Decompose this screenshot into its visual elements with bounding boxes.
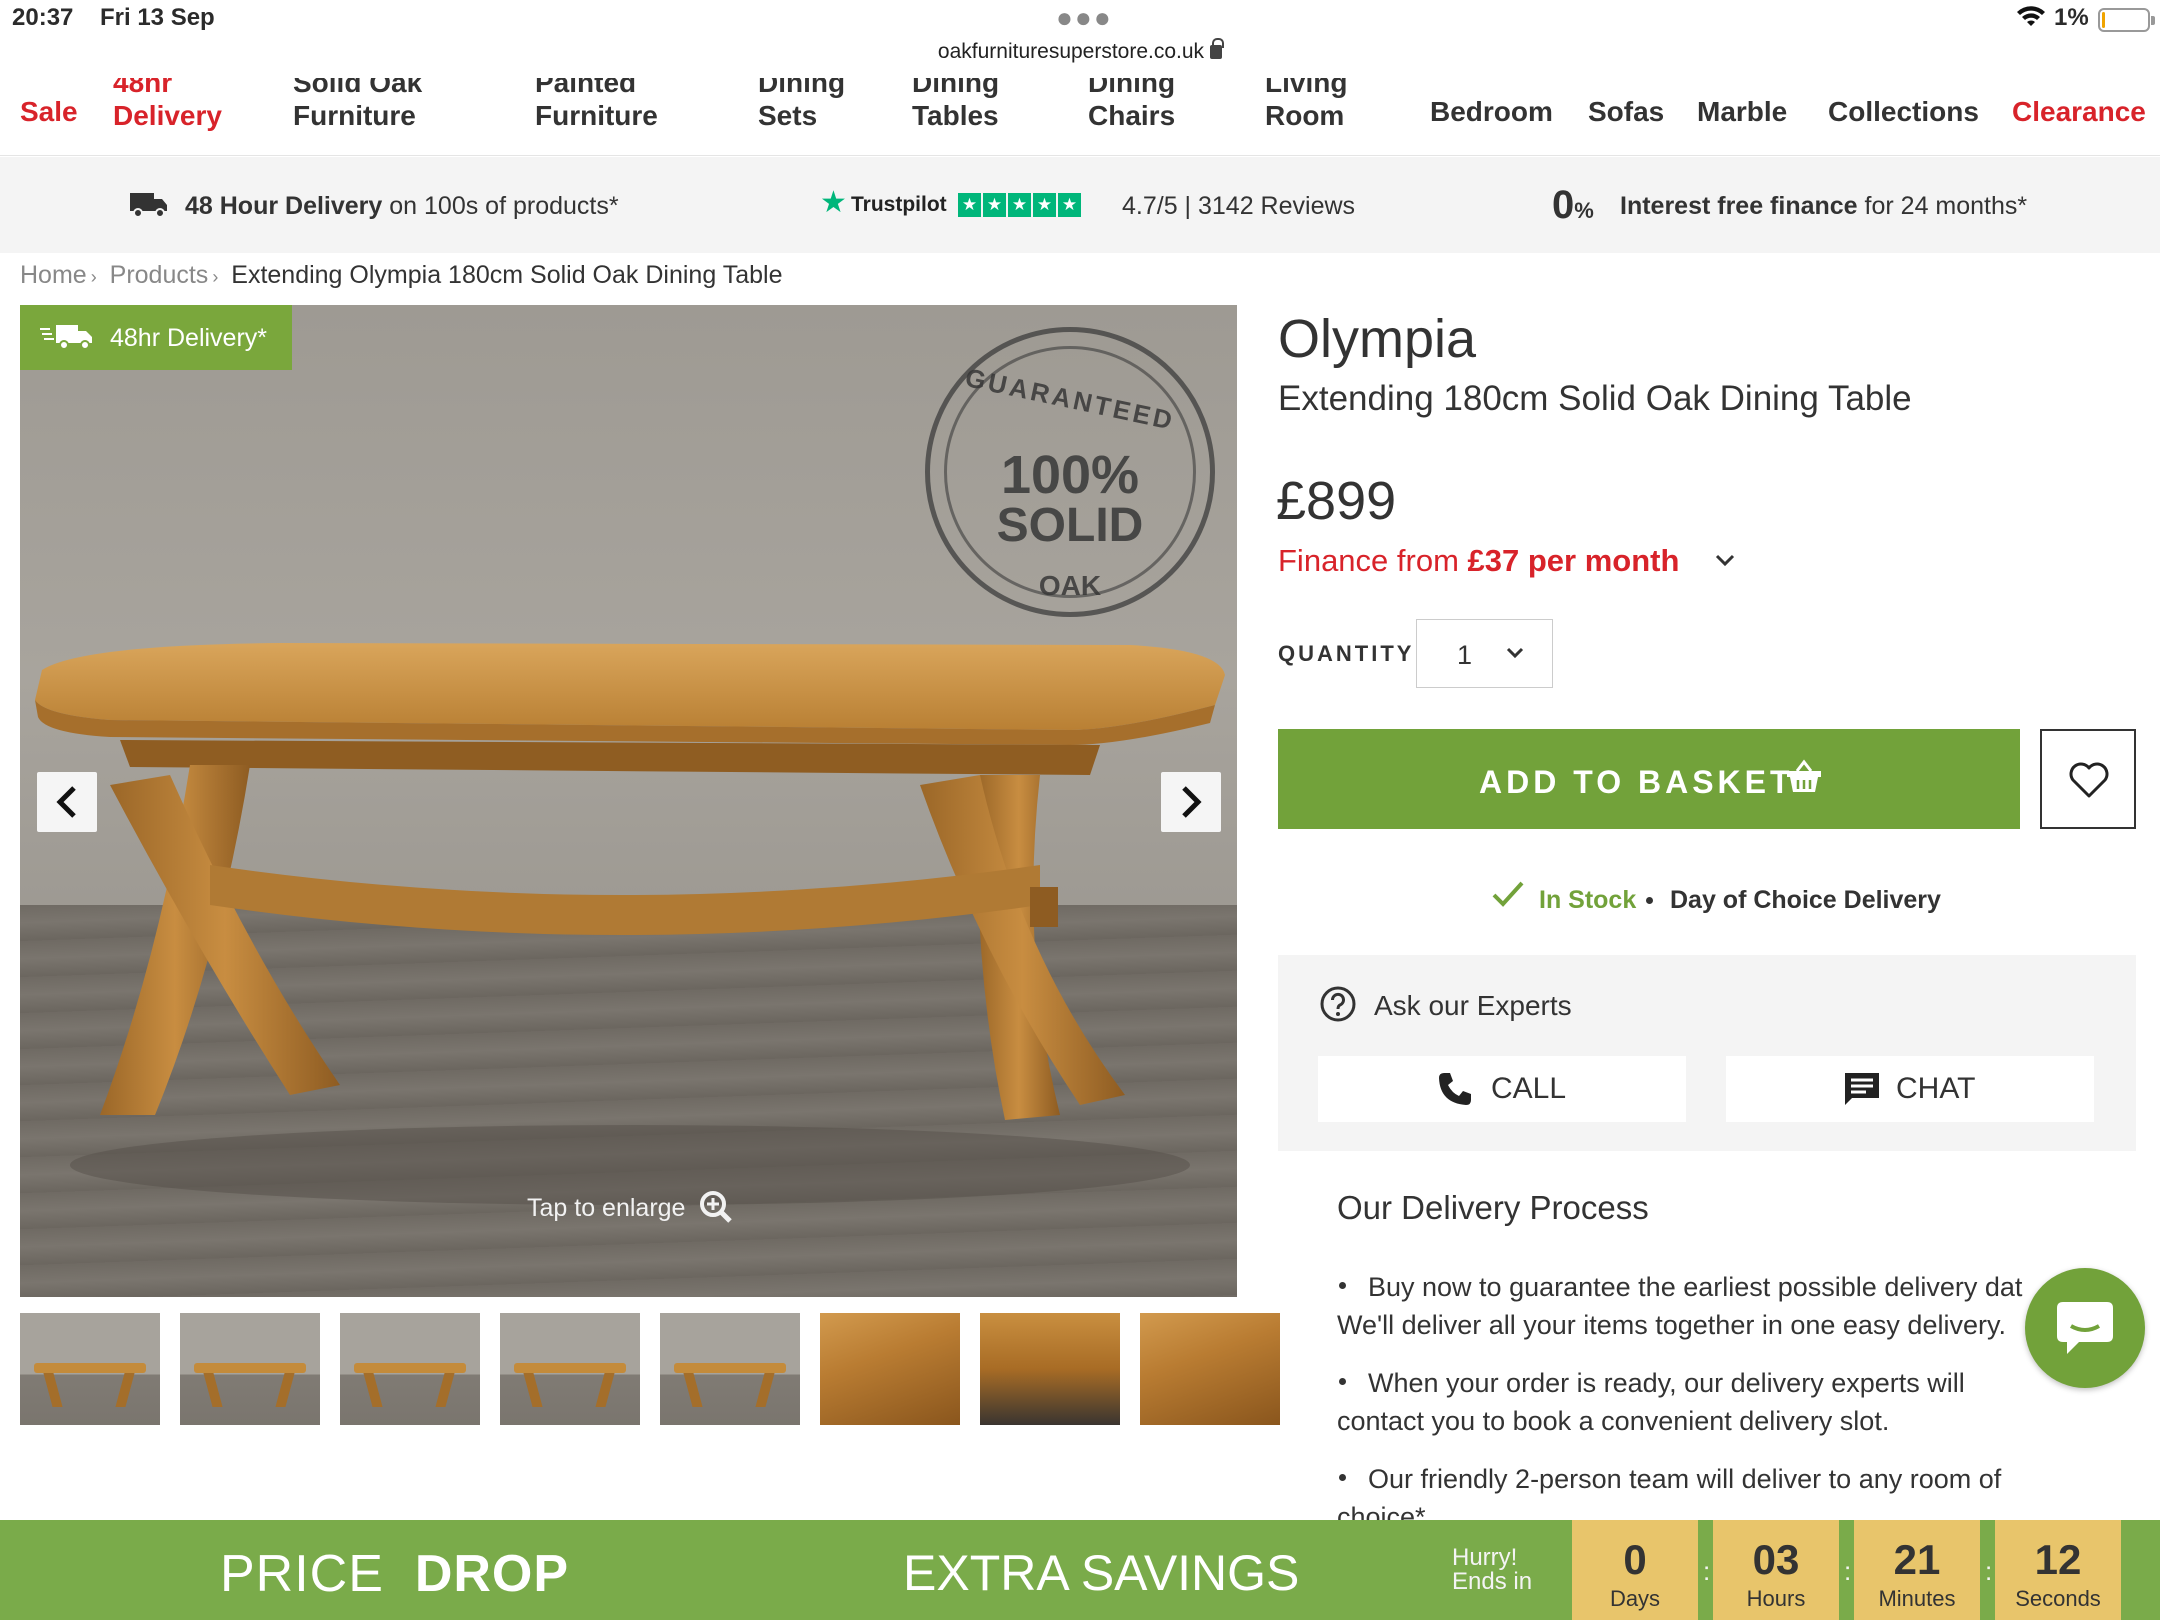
add-to-basket-button[interactable]: ADD TO BASKET xyxy=(1278,729,2020,829)
url-text: oakfurnituresuperstore.co.uk xyxy=(937,40,1205,63)
hurry-label: Hurry! Ends in xyxy=(1452,1544,1533,1595)
usp-48hr-delivery[interactable]: 48 Hour Delivery on 100s of products* xyxy=(185,192,619,221)
date: Fri 13 Sep xyxy=(100,4,215,31)
product-price: £899 xyxy=(1276,471,1397,531)
delivery-bullet-1: Buy now to guarantee the earliest possib… xyxy=(1337,1272,2023,1340)
address-bar[interactable]: oakfurnituresuperstore.co.uk xyxy=(0,38,2160,64)
product-subtitle: Extending 180cm Solid Oak Dining Table xyxy=(1278,379,1912,418)
breadcrumb-products[interactable]: Products xyxy=(110,261,209,289)
countdown-hours: 03 Hours xyxy=(1713,1520,1839,1620)
thumbnail-5[interactable] xyxy=(660,1313,800,1425)
quantity-value: 1 xyxy=(1457,640,1473,670)
truck-icon xyxy=(130,193,167,218)
breadcrumb-home[interactable]: Home xyxy=(20,261,87,289)
battery-percent: 1% xyxy=(2054,4,2089,31)
nav-bedroom[interactable]: Bedroom xyxy=(1430,95,1553,128)
nav-sale[interactable]: Sale xyxy=(20,95,78,128)
quantity-select[interactable]: 1 xyxy=(1416,619,1553,688)
thumbnail-4[interactable] xyxy=(500,1313,640,1425)
extra-savings-text: EXTRA SAVINGS xyxy=(903,1545,1300,1601)
lock-icon xyxy=(1210,38,1225,59)
basket-icon xyxy=(1787,759,1821,792)
ask-experts-panel: Ask our Experts CALL CHAT xyxy=(1278,955,2136,1151)
chevron-down-icon xyxy=(1506,647,1524,659)
chat-bubble-icon xyxy=(2057,1302,2113,1354)
nav-painted-furniture[interactable]: Painted Furniture xyxy=(535,78,658,132)
wishlist-button[interactable] xyxy=(2040,729,2136,829)
chevron-left-icon xyxy=(56,786,76,818)
thumbnail-8[interactable] xyxy=(1140,1313,1280,1425)
review-rating[interactable]: 4.7/5 | 3142 Reviews xyxy=(1122,192,1355,221)
nav-48hr-delivery[interactable]: 48hr Delivery xyxy=(113,78,222,132)
clock: 20:37 xyxy=(12,4,74,31)
nav-collections[interactable]: Collections xyxy=(1828,95,1979,128)
chevron-down-icon[interactable] xyxy=(1714,553,1736,567)
chevron-right-icon xyxy=(1182,786,1202,818)
ask-experts-title: Ask our Experts xyxy=(1374,990,1572,1021)
nav-dining-chairs[interactable]: Dining Chairs xyxy=(1088,78,1175,132)
product-main-image[interactable]: GUARANTEED 100% SOLID OAK 48hr Delivery*… xyxy=(20,305,1237,1297)
trustpilot-logo[interactable]: Trustpilot xyxy=(851,193,947,217)
status-bar: 20:37 Fri 13 Sep ●●● oakfurnituresuperst… xyxy=(0,0,2160,78)
chat-icon xyxy=(1845,1073,1879,1105)
battery-icon xyxy=(2098,8,2155,32)
wifi-icon xyxy=(2017,6,2045,26)
nav-living-room[interactable]: Living Room xyxy=(1265,78,1347,132)
chat-button[interactable]: CHAT xyxy=(1726,1056,2094,1122)
nav-sofas[interactable]: Sofas xyxy=(1588,95,1664,128)
price-drop-text: PRICE DROP xyxy=(220,1545,570,1603)
usp-bar: 48 Hour Delivery on 100s of products* ★ … xyxy=(0,157,2160,253)
live-chat-button[interactable] xyxy=(2025,1268,2145,1388)
finance-info[interactable]: Finance from £37 per month xyxy=(1278,543,1679,579)
countdown-days: 0 Days xyxy=(1572,1520,1698,1620)
quantity-label: QUANTITY xyxy=(1278,641,1415,666)
usp-finance[interactable]: Interest free finance for 24 months* xyxy=(1620,192,2027,221)
heart-icon xyxy=(2069,762,2109,798)
trustpilot-stars: ★ ★ ★ ★ ★ xyxy=(958,193,1081,217)
main-nav: Sale 48hr Delivery Solid Oak Furniture Pai… xyxy=(0,78,2160,156)
prev-image-button[interactable] xyxy=(37,772,97,832)
help-icon xyxy=(1320,986,1356,1022)
nav-marble[interactable]: Marble xyxy=(1697,95,1787,128)
tap-to-enlarge-label[interactable]: Tap to enlarge xyxy=(527,1194,685,1223)
delivery-truck-icon xyxy=(40,325,92,350)
nav-clearance[interactable]: Clearance xyxy=(2012,95,2146,128)
nav-solid-oak-furniture[interactable]: Solid Oak Furniture xyxy=(293,78,422,132)
guaranteed-stamp: GUARANTEED 100% SOLID OAK xyxy=(925,327,1215,617)
nav-dining-tables[interactable]: Dining Tables xyxy=(912,78,999,132)
promo-banner[interactable]: PRICE DROP EXTRA SAVINGS Hurry! Ends in 0… xyxy=(0,1520,2160,1620)
countdown-seconds: 12 Seconds xyxy=(1995,1520,2121,1620)
zero-apr-icon: 0% xyxy=(1552,183,1594,227)
48hr-delivery-badge: 48hr Delivery* xyxy=(20,305,292,370)
check-icon xyxy=(1492,881,1524,907)
delivery-bullet-2: When your order is ready, our delivery e… xyxy=(1337,1368,1965,1436)
breadcrumb: Home › Products › Extending Olympia 180cm … xyxy=(20,261,783,289)
call-button[interactable]: CALL xyxy=(1318,1056,1686,1122)
nav-dining-sets[interactable]: Dining Sets xyxy=(758,78,845,132)
more-dots-icon[interactable]: ●●● xyxy=(1056,2,1113,34)
delivery-process-heading: Our Delivery Process xyxy=(1337,1189,1649,1226)
thumbnail-7[interactable] xyxy=(980,1313,1120,1425)
countdown-minutes: 21 Minutes xyxy=(1854,1520,1980,1620)
breadcrumb-current: Extending Olympia 180cm Solid Oak Dining… xyxy=(231,261,783,289)
thumbnail-1[interactable] xyxy=(20,1313,160,1425)
thumbnail-6[interactable] xyxy=(820,1313,960,1425)
zoom-in-icon[interactable] xyxy=(699,1190,733,1224)
product-title: Olympia xyxy=(1278,309,1477,369)
thumbnail-2[interactable] xyxy=(180,1313,320,1425)
trustpilot-star-icon: ★ xyxy=(820,186,847,219)
next-image-button[interactable] xyxy=(1161,772,1221,832)
thumbnail-3[interactable] xyxy=(340,1313,480,1425)
phone-icon xyxy=(1439,1073,1471,1105)
thumbnail-strip xyxy=(20,1313,1280,1425)
